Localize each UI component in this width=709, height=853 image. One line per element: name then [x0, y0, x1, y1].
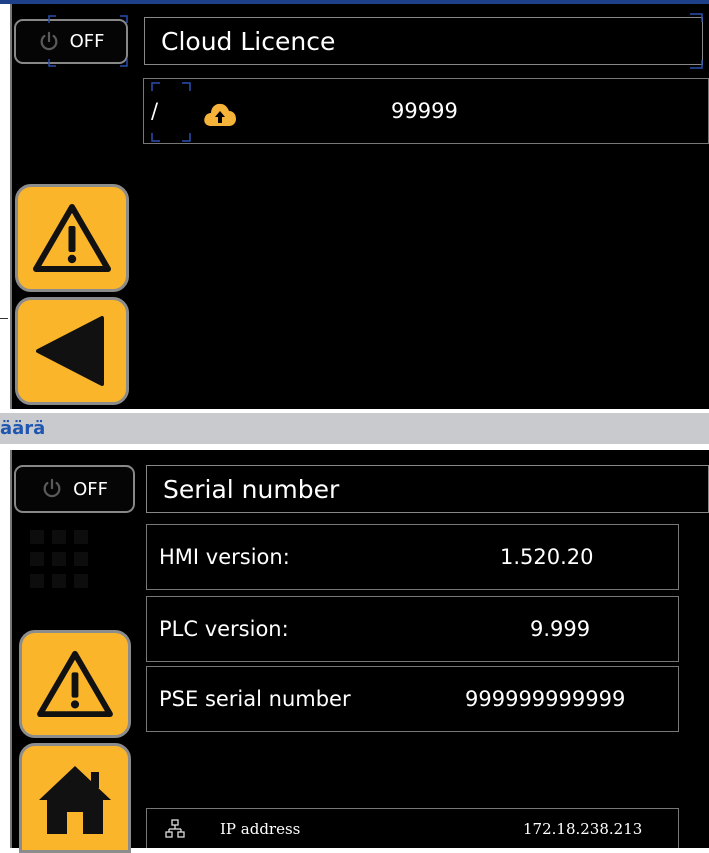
focus-marker: [690, 13, 703, 69]
warning-button[interactable]: [19, 630, 131, 738]
home-button[interactable]: [19, 743, 131, 853]
off-button[interactable]: OFF: [14, 465, 135, 513]
back-arrow-icon: [36, 316, 104, 386]
power-icon: [43, 478, 61, 498]
network-icon: [165, 819, 185, 838]
plc-version-row: PLC version: 9.999: [146, 596, 679, 662]
edge-line: [0, 318, 8, 319]
warning-icon: [37, 650, 113, 718]
licence-value: 99999: [391, 99, 458, 123]
licence-row[interactable]: / 99999: [143, 78, 709, 144]
pse-serial-row: PSE serial number 999999999999: [146, 666, 679, 732]
focus-marker: [48, 15, 128, 67]
hmi-version-label: HMI version:: [159, 545, 290, 569]
page-title-text: Serial number: [163, 474, 340, 504]
home-icon: [39, 766, 111, 834]
section-bar: [0, 413, 709, 444]
ip-address-row: IP address 172.18.238.213: [146, 808, 679, 848]
page-title-text: Cloud Licence: [161, 26, 336, 56]
pse-serial-label: PSE serial number: [159, 687, 351, 711]
section-title: äärä: [0, 418, 46, 439]
back-button[interactable]: [15, 297, 129, 405]
warning-icon: [33, 204, 111, 272]
focus-marker: [151, 82, 191, 142]
cloud-upload-icon: [204, 103, 236, 126]
warning-button[interactable]: [15, 184, 129, 292]
page-title: Cloud Licence: [144, 17, 703, 65]
ip-address-label: IP address: [220, 819, 301, 838]
decorative-pattern: [30, 530, 88, 588]
plc-version-value: 9.999: [530, 617, 591, 641]
off-label: OFF: [73, 478, 108, 500]
hmi-version-row: HMI version: 1.520.20: [146, 524, 679, 590]
plc-version-label: PLC version:: [159, 617, 289, 641]
hmi-version-value: 1.520.20: [500, 545, 594, 569]
ip-address-value: 172.18.238.213: [523, 819, 643, 838]
page-title: Serial number: [146, 465, 709, 513]
pse-serial-value: 999999999999: [465, 687, 626, 711]
